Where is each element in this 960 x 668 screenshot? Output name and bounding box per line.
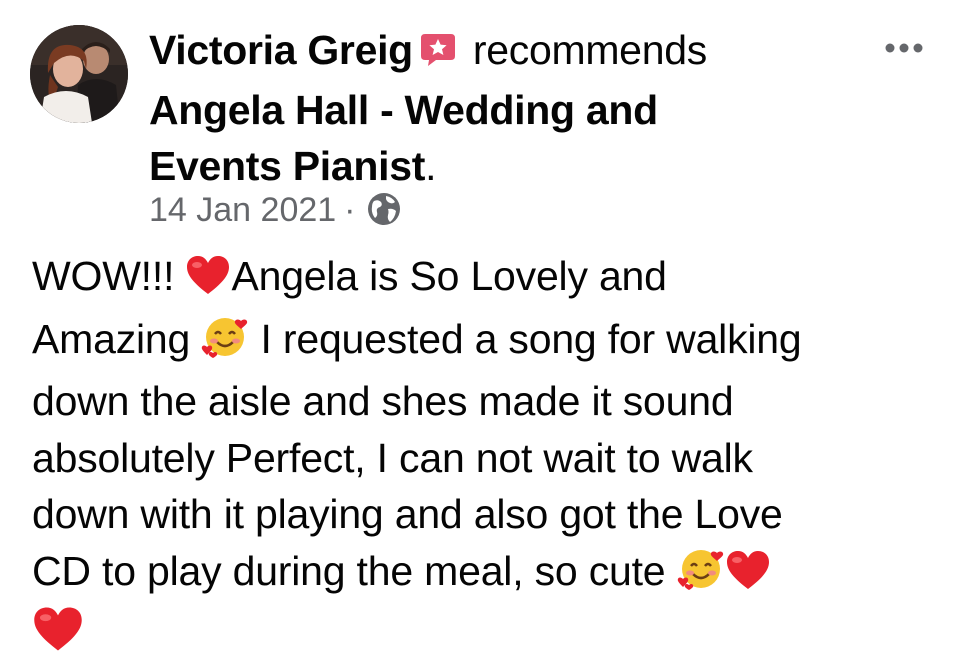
body-line-4: absolutely Perfect, I can not wait to wa… [32,434,753,481]
red-heart-emoji [725,549,771,606]
action-text: recommends [472,27,707,73]
body-line-3: down the aisle and shes made it sound [32,378,734,424]
body-text-segment: Angela is So Lovely and [231,253,667,299]
body-line-2: Amazing I requested a song for walking [32,311,932,374]
page-name-line-2[interactable]: Events Pianist [149,143,425,189]
red-heart-emoji [185,254,231,311]
body-text-segment: WOW!!! [32,253,186,299]
period: . [425,143,437,189]
more-options-icon[interactable] [876,30,932,66]
recommendation-star-icon [419,26,457,82]
meta-separator: · [344,191,356,229]
header-line-2: Angela Hall - Wedding and [149,82,829,138]
header-line-1: Victoria Greig recommends [149,22,829,82]
red-heart-emoji [32,605,84,668]
post-body: WOW!!! Angela is So Lovely and Amazing I… [32,248,932,668]
post-header: Victoria Greig recommends Angela Hall - … [149,22,829,194]
body-line-6: CD to play during the meal, so cute [32,543,932,606]
body-text-segment: Amazing [32,315,202,362]
body-text-segment: CD to play during the meal, so cute [32,547,677,594]
post-date[interactable]: 14 Jan 2021 [149,191,336,229]
post-meta: 14 Jan 2021 · [149,186,402,240]
recommendation-post: Victoria Greig recommends Angela Hall - … [0,0,960,653]
smiling-face-with-hearts-emoji [677,545,725,606]
globe-icon[interactable] [366,191,402,240]
body-line-5: down with it playing and also got the Lo… [32,491,783,537]
body-line-7 [32,605,932,668]
author-avatar[interactable] [30,25,128,123]
body-text-segment: I requested a song for walking [249,315,802,362]
author-name[interactable]: Victoria Greig [149,27,413,73]
page-name-line-1[interactable]: Angela Hall - Wedding and [149,87,658,133]
body-line-1: WOW!!! Angela is So Lovely and [32,248,932,311]
smiling-face-with-hearts-emoji [201,313,249,374]
